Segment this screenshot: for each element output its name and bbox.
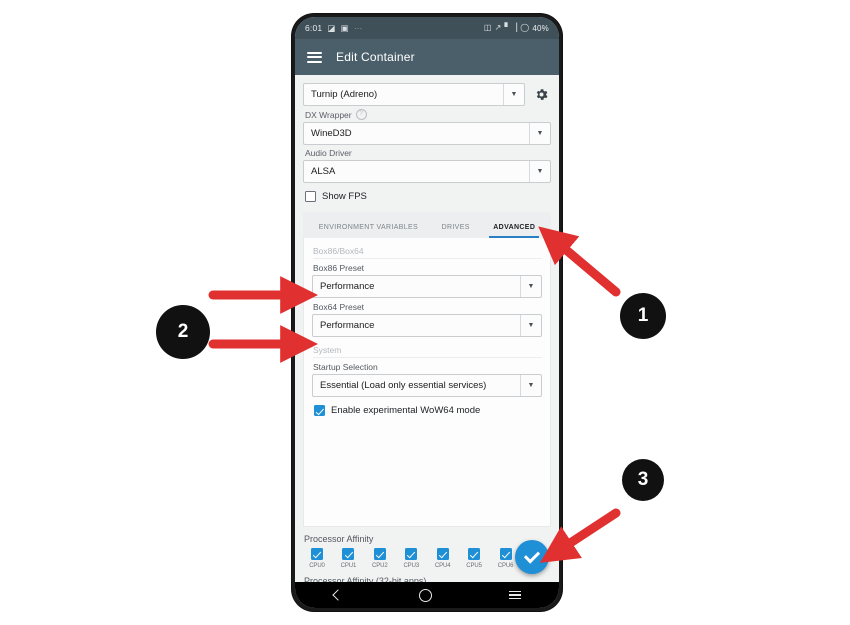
arrow-to-save-fab xyxy=(539,508,621,563)
annotation-arrows xyxy=(208,226,621,563)
annotation-marker-3: 3 xyxy=(622,459,664,501)
annotation-marker-1: 1 xyxy=(620,293,666,339)
arrow-to-advanced-tab xyxy=(538,226,621,297)
annotation-marker-2: 2 xyxy=(156,305,210,359)
